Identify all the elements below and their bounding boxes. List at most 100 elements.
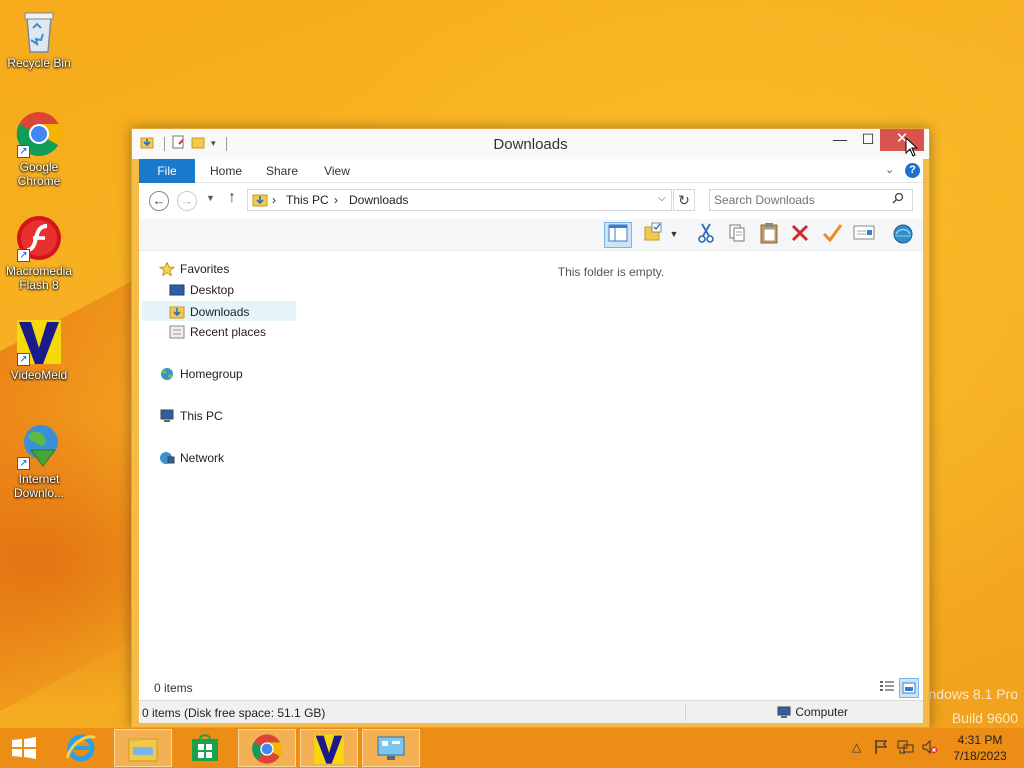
nav-network[interactable]: Network xyxy=(159,448,224,468)
desktop-icon-google-chrome[interactable]: ↗ Google Chrome xyxy=(1,110,77,188)
breadcrumb-this-pc[interactable]: This PC xyxy=(286,193,329,207)
flash-icon: ↗ xyxy=(15,214,63,262)
downloads-folder-icon xyxy=(252,193,268,210)
preview-pane-icon xyxy=(608,224,628,242)
back-button[interactable]: ← xyxy=(149,191,169,211)
desktop-icon-macromedia-flash[interactable]: ↗ Macromedia Flash 8 xyxy=(1,214,77,292)
copy-icon xyxy=(729,224,745,242)
tab-view[interactable]: View xyxy=(317,159,357,183)
desktop-monitor-icon xyxy=(169,283,185,297)
desktop-icon-recycle-bin[interactable]: Recycle Bin xyxy=(1,6,77,70)
taskbar-clock[interactable]: 4:31 PM 7/18/2023 xyxy=(940,732,1020,764)
preview-pane-button[interactable] xyxy=(604,222,632,248)
minimize-button[interactable]: — xyxy=(826,129,854,151)
command-toolbar: ▼ xyxy=(139,219,923,251)
folder-options-dropdown-icon[interactable]: ▼ xyxy=(667,222,681,248)
cut-button[interactable] xyxy=(692,222,720,248)
search-icon[interactable] xyxy=(892,192,904,207)
taskbar-control-panel[interactable] xyxy=(362,729,420,767)
tab-share[interactable]: Share xyxy=(259,159,305,183)
clock-date: 7/18/2023 xyxy=(953,749,1007,763)
up-button[interactable]: ↑ xyxy=(228,189,236,207)
desktop-icon-internet-download-manager[interactable]: ↗ Internet Downlo... xyxy=(1,422,77,500)
address-dropdown-chevron-icon[interactable]: ⌵ xyxy=(658,193,666,204)
taskbar-internet-explorer[interactable] xyxy=(52,729,110,767)
item-count-bar: 0 items xyxy=(139,677,923,699)
network-status-icon[interactable] xyxy=(897,739,915,758)
homegroup-icon xyxy=(159,367,175,381)
taskbar-file-explorer[interactable] xyxy=(114,729,172,767)
status-separator xyxy=(685,704,686,721)
status-zone: Computer xyxy=(776,705,848,719)
copy-button[interactable] xyxy=(723,222,751,248)
search-box[interactable] xyxy=(709,189,913,211)
recent-locations-dropdown-icon[interactable]: ▼ xyxy=(206,193,215,203)
nav-favorites[interactable]: Favorites xyxy=(158,259,229,279)
store-icon xyxy=(192,734,218,761)
nav-homegroup-label: Homegroup xyxy=(180,367,243,381)
action-center-flag-icon[interactable] xyxy=(873,739,889,758)
nav-homegroup[interactable]: Homegroup xyxy=(159,364,243,384)
file-explorer-icon xyxy=(128,737,158,762)
volume-muted-icon[interactable] xyxy=(921,739,939,758)
maximize-button[interactable]: ☐ xyxy=(854,129,882,151)
show-hidden-icons-icon[interactable]: △ xyxy=(852,740,861,754)
nav-downloads-label: Downloads xyxy=(190,305,250,319)
start-button[interactable] xyxy=(10,737,38,759)
desktop-icon-label: Recycle Bin xyxy=(7,56,71,70)
large-icons-view-button[interactable] xyxy=(899,678,919,698)
network-globe-button[interactable] xyxy=(889,222,917,248)
network-icon xyxy=(159,451,175,465)
downloads-folder-icon xyxy=(169,305,185,319)
delete-button[interactable] xyxy=(786,222,814,248)
desktop-icon-videomeld[interactable]: ↗ VideoMeld xyxy=(1,318,77,382)
nav-recent-places[interactable]: Recent places xyxy=(169,322,266,342)
address-box[interactable]: › This PC › Downloads ⌵ xyxy=(247,189,672,211)
taskbar-videomeld[interactable] xyxy=(300,729,358,767)
shortcut-arrow-icon: ↗ xyxy=(17,249,30,262)
internet-explorer-icon xyxy=(65,734,96,762)
status-bar: 0 items (Disk free space: 51.1 GB) Compu… xyxy=(139,700,923,723)
breadcrumb-separator[interactable]: › xyxy=(334,193,338,207)
nav-desktop[interactable]: Desktop xyxy=(169,280,234,300)
refresh-button[interactable]: ↻ xyxy=(673,189,695,211)
globe-icon xyxy=(893,224,913,244)
videomeld-icon xyxy=(314,734,344,764)
file-list-area[interactable]: This folder is empty. xyxy=(299,251,923,700)
mouse-cursor-icon xyxy=(905,136,919,160)
paste-icon xyxy=(760,223,778,244)
rename-button[interactable] xyxy=(818,222,846,248)
explorer-window: ▾ Downloads — ☐ ✕ File Home Share View ⌄… xyxy=(131,128,930,728)
status-disk-space: 0 items (Disk free space: 51.1 GB) xyxy=(142,706,326,720)
nav-downloads[interactable]: Downloads xyxy=(142,301,296,321)
taskbar-store[interactable] xyxy=(176,729,234,767)
paste-button[interactable] xyxy=(755,222,783,248)
details-view-button[interactable] xyxy=(878,679,896,697)
expand-ribbon-chevron-icon[interactable]: ⌄ xyxy=(885,163,894,176)
search-input[interactable] xyxy=(714,192,884,208)
breadcrumb-downloads[interactable]: Downloads xyxy=(349,193,408,207)
internet-download-manager-icon: ↗ xyxy=(15,422,63,470)
folder-options-button[interactable] xyxy=(641,222,669,248)
computer-icon xyxy=(777,706,791,719)
delete-x-icon xyxy=(791,224,809,242)
control-panel-icon xyxy=(377,736,405,760)
folder-options-icon xyxy=(644,222,662,241)
nav-this-pc[interactable]: This PC xyxy=(159,406,223,426)
tab-file[interactable]: File xyxy=(139,159,195,183)
item-count: 0 items xyxy=(154,681,193,695)
breadcrumb-separator[interactable]: › xyxy=(272,193,276,207)
tab-home[interactable]: Home xyxy=(201,159,251,183)
properties-button[interactable] xyxy=(850,222,878,248)
taskbar-google-chrome[interactable] xyxy=(238,729,296,767)
desktop-icon-label: VideoMeld xyxy=(10,368,68,382)
os-watermark-edition: ndows 8.1 Pro xyxy=(928,686,1019,702)
ribbon-tabs: File Home Share View ⌄ ? xyxy=(139,159,923,183)
forward-button[interactable]: → xyxy=(177,191,197,211)
windows-logo-icon xyxy=(12,737,36,759)
help-icon[interactable]: ? xyxy=(905,163,920,178)
taskbar: △ 4:31 PM 7/18/2023 xyxy=(0,728,1024,768)
checkmark-icon xyxy=(822,224,843,243)
title-bar[interactable]: ▾ Downloads — ☐ ✕ xyxy=(132,129,929,159)
large-icons-view-icon xyxy=(902,682,916,694)
